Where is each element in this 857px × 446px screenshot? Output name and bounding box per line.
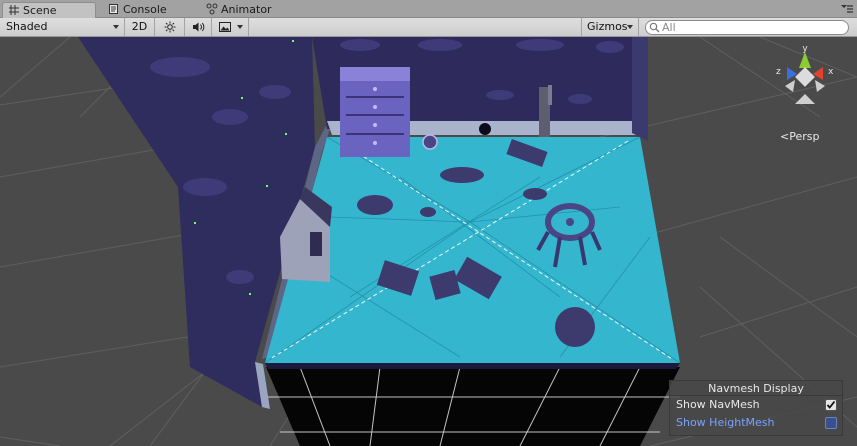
axis-y-cone <box>799 52 811 68</box>
scene-audio-button[interactable] <box>185 18 212 36</box>
dresser <box>340 67 410 157</box>
persp-icon: < <box>780 130 790 143</box>
animator-icon <box>206 3 218 15</box>
show-navmesh-label: Show NavMesh <box>676 398 760 411</box>
2d-toggle-label: 2D <box>131 20 148 33</box>
scene-toolbar: Shaded 2D Gizmos All <box>0 18 857 37</box>
show-navmesh-checkbox[interactable] <box>825 399 837 411</box>
chevron-down-icon <box>237 25 243 29</box>
2d-toggle-button[interactable]: 2D <box>125 18 155 36</box>
draw-mode-dropdown[interactable]: Shaded <box>0 18 125 36</box>
axis-z-label: z <box>776 67 781 77</box>
tab-strip: Scene Console Animator <box>0 0 857 18</box>
axis-x-cone <box>813 67 823 80</box>
show-navmesh-row[interactable]: Show NavMesh <box>670 396 842 414</box>
tab-console-label: Console <box>123 3 167 16</box>
scene-icon <box>9 5 19 15</box>
axis-x-label: x <box>828 67 834 77</box>
scene-viewport[interactable]: y x z <Persp Navmesh Display Show NavMes… <box>0 37 857 446</box>
show-heightmesh-row[interactable]: Show HeightMesh <box>670 414 842 432</box>
projection-label: Persp <box>789 130 820 143</box>
sun-icon <box>164 21 176 33</box>
hierarchy-search-input[interactable]: All <box>645 20 849 35</box>
chevron-down-icon <box>113 25 119 29</box>
chevron-down-icon <box>627 25 633 29</box>
floor-underside <box>266 367 680 446</box>
search-icon <box>649 22 660 33</box>
tab-animator-label: Animator <box>221 3 272 16</box>
gizmos-label: Gizmos <box>587 20 628 33</box>
search-placeholder: All <box>662 21 676 34</box>
check-icon <box>826 400 836 409</box>
scene-effects-dropdown[interactable] <box>212 18 249 36</box>
show-heightmesh-checkbox[interactable] <box>825 417 837 429</box>
speaker-icon <box>193 22 205 32</box>
tab-scene-label: Scene <box>23 4 57 17</box>
axis-y-label: y <box>802 44 808 54</box>
scene-view-window: Scene Console Animator Shaded 2D Gizmos … <box>0 0 857 446</box>
panel-menu-icon[interactable] <box>841 4 853 14</box>
draw-mode-label: Shaded <box>6 20 48 33</box>
tab-console[interactable]: Console <box>103 2 195 18</box>
image-icon <box>219 22 231 32</box>
orientation-gizmo[interactable]: y x z <box>773 42 837 112</box>
projection-toggle[interactable]: <Persp <box>780 130 819 143</box>
scene-lighting-button[interactable] <box>155 18 185 36</box>
navmesh-display-title: Navmesh Display <box>670 381 842 396</box>
navmesh-display-panel: Navmesh Display Show NavMesh Show Height… <box>669 380 843 436</box>
tab-scene[interactable]: Scene <box>2 2 96 18</box>
toolbar-spacer <box>249 18 582 36</box>
axis-z-cone <box>787 67 797 80</box>
tab-animator[interactable]: Animator <box>201 2 311 18</box>
console-icon <box>109 4 118 14</box>
gizmos-dropdown[interactable]: Gizmos <box>582 18 639 36</box>
show-heightmesh-label: Show HeightMesh <box>676 416 775 429</box>
